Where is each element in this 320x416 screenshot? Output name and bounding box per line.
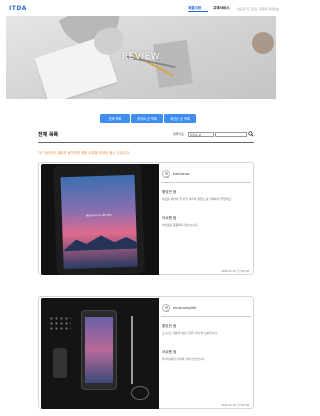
review-date: 2020.12.18 오전10:38	[221, 404, 249, 407]
hero-banner: REVIEW	[6, 16, 276, 99]
good-points-heading: 좋았던 점	[162, 190, 177, 194]
card-divider	[161, 316, 251, 317]
sort-select[interactable]: 최신순 순	[188, 131, 214, 137]
filter-all-button[interactable]: 전체 목록	[100, 114, 130, 123]
user-avatar-icon	[162, 304, 170, 312]
review-card[interactable]: musicismylife 좋았던 점 오 pc로 사용하기보다 좋은 나이 방…	[38, 296, 254, 409]
review-username[interactable]: musicismylife	[173, 306, 196, 310]
good-points-text: 새로운 화면이 좋 편한 리이의 범행도 참 만족하서 좋았어요.	[162, 197, 232, 201]
nav-member-info[interactable]: 회원의 회원정보	[259, 7, 279, 11]
bad-points-text: 아쉬웠던 좀좀하지 않는습니다.	[162, 223, 199, 227]
bad-points-text: 약 아쉬운편 부분의 같이 많습습니다.	[162, 357, 206, 361]
nav-signup[interactable]: 새로운 리그인한	[237, 7, 257, 11]
desk-photo	[41, 298, 159, 409]
good-points-text: 오 pc로 사용하기보다 좋은 나이 방 모처합니다.	[162, 331, 218, 335]
remote-graphic	[53, 348, 67, 378]
speaker-graphic	[49, 316, 71, 332]
bad-points-heading: 아쉬웠 점	[162, 216, 177, 220]
review-image[interactable]	[41, 298, 159, 409]
active-nav-indicator	[188, 11, 208, 12]
mountain-graphic	[63, 233, 138, 252]
list-title: 전체 목록	[38, 132, 59, 138]
nav-customer-service[interactable]: 고객서비스	[213, 6, 230, 11]
tablet-graphic	[81, 310, 117, 390]
top-navigation-bar: ITDA 제품리뷰 고객서비스 새로운 리그인한 회원의 회원정보	[0, 0, 282, 16]
avatar-head	[165, 172, 169, 176]
filter-latest-button[interactable]: 최신순 순 목록	[164, 114, 196, 123]
hero-title: REVIEW	[121, 52, 161, 62]
review-image[interactable]: Welcome to Wonder	[41, 164, 159, 275]
bad-points-heading: 아쉬웠 점	[162, 350, 177, 354]
review-card[interactable]: Welcome to Wonder kimhanzo 좋았던 점 새로운 화면이…	[38, 162, 254, 275]
avatar-head	[165, 306, 169, 310]
tablet-screen	[85, 317, 113, 383]
sort-label: 정렬기준	[173, 132, 185, 136]
list-divider	[38, 142, 254, 143]
phone-photo: Welcome to Wonder	[53, 164, 145, 275]
phone-screen-text: Welcome to Wonder	[85, 213, 112, 218]
card-divider	[161, 182, 251, 183]
search-icon[interactable]	[248, 131, 254, 137]
search-input[interactable]	[215, 131, 247, 137]
phone-screen: Welcome to Wonder	[60, 174, 138, 270]
user-avatar-icon	[162, 170, 170, 178]
watch-graphic	[131, 386, 149, 400]
good-points-heading: 좋았던 점	[162, 324, 177, 328]
review-date: 2020.12.18 오전10:38	[221, 270, 249, 273]
spoiler-notice: 다! 이런이의 새로운 솔직하면 해당 리뷰를 리셔야 볼수 있습니다.	[38, 151, 131, 155]
avatar-body	[164, 309, 169, 312]
itda-logo[interactable]: ITDA	[9, 5, 27, 12]
avatar-body	[164, 175, 169, 178]
stylus-graphic	[131, 316, 133, 384]
hero-cup-graphic	[252, 32, 274, 54]
filter-likes-button[interactable]: 좋아요 순 목록	[131, 114, 163, 123]
review-username[interactable]: kimhanzo	[173, 172, 189, 176]
